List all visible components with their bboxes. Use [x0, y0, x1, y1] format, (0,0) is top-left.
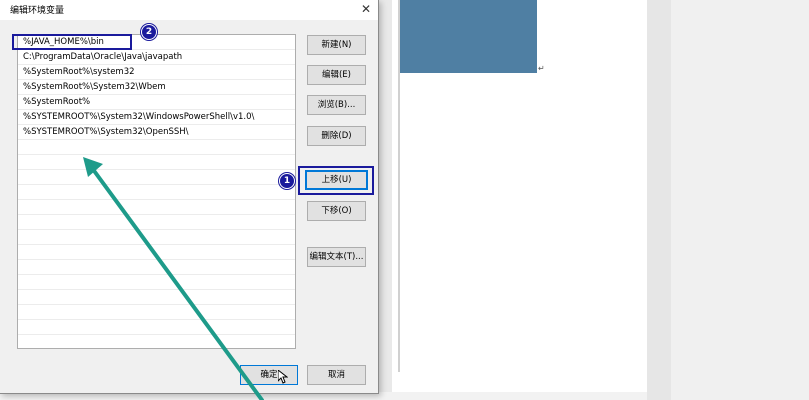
edit-text-button[interactable]: 编辑文本(T)...: [307, 247, 366, 267]
empty-row[interactable]: [18, 215, 295, 230]
move-up-button[interactable]: 上移(U): [305, 170, 368, 190]
empty-row[interactable]: [18, 185, 295, 200]
path-row[interactable]: C:\ProgramData\Oracle\Java\javapath: [18, 50, 295, 65]
dialog-title-bar[interactable]: 编辑环境变量 ✕: [0, 0, 378, 20]
path-row[interactable]: %SystemRoot%\system32: [18, 65, 295, 80]
browse-button[interactable]: 浏览(B)...: [307, 95, 366, 115]
edit-button[interactable]: 编辑(E): [307, 65, 366, 85]
path-row[interactable]: %SYSTEMROOT%\System32\WindowsPowerShell\…: [18, 110, 295, 125]
background-scrollbar[interactable]: [398, 0, 400, 372]
paragraph-mark: ↵: [538, 64, 545, 73]
edit-env-variable-dialog: 编辑环境变量 ✕ %JAVA_HOME%\bin C:\ProgramData\…: [0, 0, 379, 394]
empty-row[interactable]: [18, 170, 295, 185]
empty-row[interactable]: [18, 140, 295, 155]
empty-row[interactable]: [18, 230, 295, 245]
background-right-inner-panel: [671, 0, 809, 400]
ok-button[interactable]: 确定: [240, 365, 298, 385]
move-down-button[interactable]: 下移(O): [307, 201, 366, 221]
dialog-title: 编辑环境变量: [10, 6, 65, 16]
empty-row[interactable]: [18, 245, 295, 260]
annotation-badge-1: 1: [279, 173, 295, 189]
empty-row[interactable]: [18, 290, 295, 305]
close-icon[interactable]: ✕: [356, 1, 376, 18]
empty-row[interactable]: [18, 305, 295, 320]
empty-row[interactable]: [18, 155, 295, 170]
background-document-image: [399, 0, 537, 73]
annotation-highlight-selected-row: [12, 34, 132, 50]
path-row[interactable]: %SYSTEMROOT%\System32\OpenSSH\: [18, 125, 295, 140]
empty-row[interactable]: [18, 275, 295, 290]
path-row[interactable]: %SystemRoot%\System32\Wbem: [18, 80, 295, 95]
mouse-cursor-icon: [278, 370, 288, 384]
delete-button[interactable]: 删除(D): [307, 126, 366, 146]
new-button[interactable]: 新建(N): [307, 35, 366, 55]
cancel-button[interactable]: 取消: [307, 365, 366, 385]
empty-row[interactable]: [18, 200, 295, 215]
empty-row[interactable]: [18, 320, 295, 335]
empty-row[interactable]: [18, 260, 295, 275]
annotation-badge-2: 2: [141, 24, 157, 40]
path-row[interactable]: %SystemRoot%: [18, 95, 295, 110]
path-list[interactable]: %JAVA_HOME%\bin C:\ProgramData\Oracle\Ja…: [17, 34, 296, 349]
